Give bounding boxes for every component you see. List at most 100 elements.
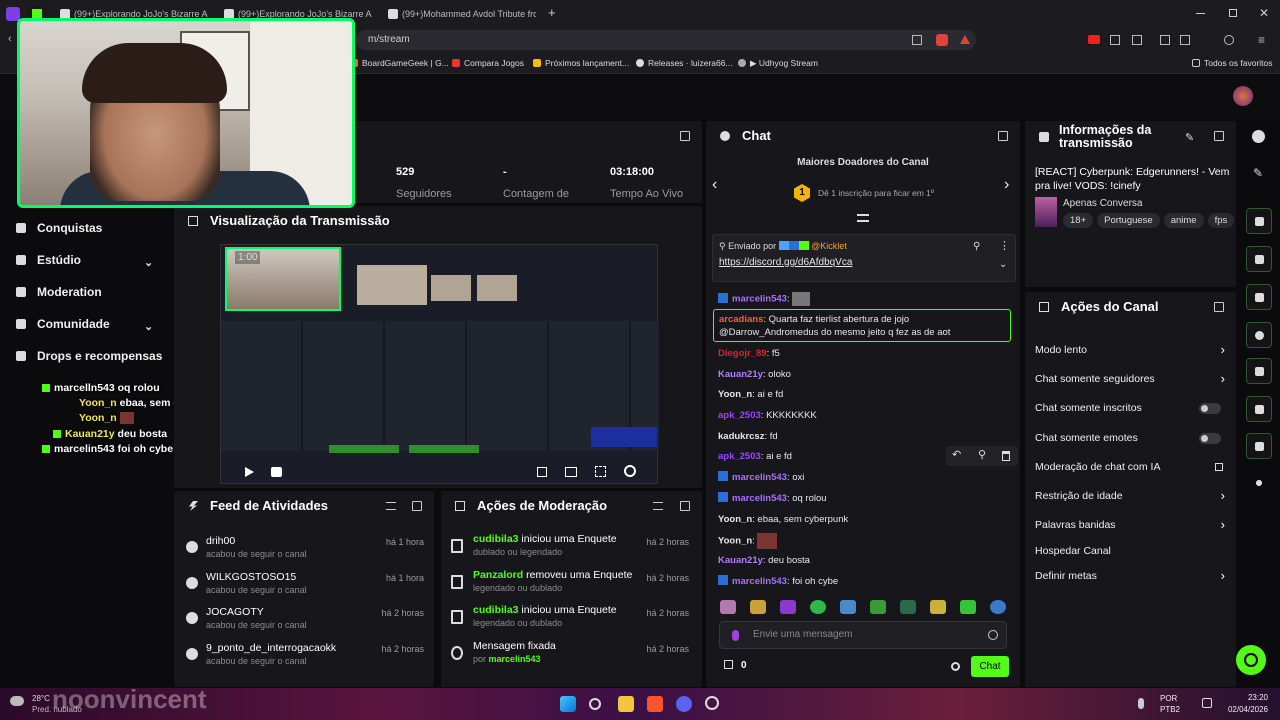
tag[interactable]: fps xyxy=(1207,213,1235,228)
emote-image[interactable] xyxy=(840,600,856,614)
send-chat-button[interactable]: Chat xyxy=(971,656,1009,677)
rail-chat-button[interactable] xyxy=(1246,322,1272,348)
chat-username[interactable]: kadukrcsz xyxy=(718,431,764,442)
mod-user[interactable]: marcelin543 xyxy=(489,654,541,664)
chevron-down-icon[interactable]: ⌄ xyxy=(999,259,1007,270)
rail-list-button[interactable] xyxy=(1246,396,1272,422)
windows-start-icon[interactable] xyxy=(560,696,576,712)
tag[interactable]: anime xyxy=(1163,213,1204,228)
chat-username[interactable]: apk_2503 xyxy=(718,410,761,421)
bookmark-udhyog-stream[interactable]: ▶ Udhyog Stream xyxy=(738,56,818,70)
popout-icon[interactable] xyxy=(998,131,1008,141)
back-icon[interactable]: ‹ xyxy=(8,33,12,45)
stream-preview-video[interactable]: 1:00 xyxy=(220,244,659,484)
emote-image[interactable] xyxy=(900,600,916,614)
sidebar-item-moderation[interactable]: Moderation xyxy=(0,282,170,302)
url-field[interactable]: m/stream xyxy=(356,30,976,50)
chat-settings-icon[interactable] xyxy=(951,662,960,671)
bookmark-releases[interactable]: Releases · luizera66... xyxy=(636,56,733,70)
chat-input[interactable]: Envie uma mensagem xyxy=(719,621,1007,649)
play-icon[interactable] xyxy=(245,467,254,477)
rail-wrench-button[interactable] xyxy=(1246,433,1272,459)
emoji-icon[interactable] xyxy=(988,630,998,640)
keyboard-layout[interactable]: PTB2 xyxy=(1160,705,1180,714)
extension-icon[interactable] xyxy=(1132,35,1142,45)
chat-username[interactable]: arcadians xyxy=(719,314,763,325)
chat-username[interactable]: Kauan21y xyxy=(718,555,763,566)
chevron-right-icon[interactable]: › xyxy=(1004,176,1009,194)
emote-image[interactable] xyxy=(990,600,1006,614)
bookmark-all-favorites[interactable]: Todos os favoritos xyxy=(1192,56,1273,70)
emote-image[interactable] xyxy=(960,600,976,614)
feed-user[interactable]: 9_ponto_de_interrogacaokk xyxy=(206,642,336,654)
file-explorer-icon[interactable] xyxy=(618,696,634,712)
bookmark-compara-jogos[interactable]: Compara Jogos xyxy=(452,56,524,70)
wallet-icon[interactable] xyxy=(1224,35,1234,45)
tag[interactable]: 18+ xyxy=(1063,213,1094,228)
chat-username[interactable]: marcelin543 xyxy=(732,493,787,504)
settings-gear-icon[interactable] xyxy=(624,465,636,477)
rewards-icon[interactable] xyxy=(960,35,970,44)
subscribers-only-toggle[interactable] xyxy=(1199,403,1221,414)
search-icon[interactable] xyxy=(589,698,601,710)
rail-document-button[interactable] xyxy=(1246,284,1272,310)
feed-user[interactable]: drih00 xyxy=(206,535,235,547)
emotes-only-toggle[interactable] xyxy=(1199,433,1221,444)
sidebar-item-drops[interactable]: Drops e recompensas xyxy=(0,346,170,366)
browser-tab[interactable]: (99+)Mohammed Avdol Tribute from xyxy=(386,4,536,24)
speaker-icon[interactable] xyxy=(1202,698,1212,708)
mod-user[interactable]: cudibila3 xyxy=(473,533,519,545)
filter-icon[interactable] xyxy=(386,502,396,510)
mute-icon[interactable] xyxy=(271,467,282,477)
setting-set-goals[interactable]: Definir metas › xyxy=(1035,568,1225,584)
feed-user[interactable]: JOCAGOTY xyxy=(206,606,264,618)
chat-username[interactable]: Kauan21y xyxy=(718,369,763,380)
maximize-button[interactable] xyxy=(1229,9,1237,17)
clock-time[interactable]: 23:20 xyxy=(1236,693,1268,702)
chat-username[interactable]: apk_2503 xyxy=(718,451,761,462)
setting-followers-only[interactable]: Chat somente seguidores › xyxy=(1035,371,1225,387)
pinned-link[interactable]: https://discord.gg/d6AfdbqVca xyxy=(719,257,852,268)
rail-lightning-button[interactable] xyxy=(1246,246,1272,272)
theater-icon[interactable] xyxy=(565,467,577,477)
apps-icon[interactable] xyxy=(1254,478,1264,488)
fullscreen-icon[interactable] xyxy=(595,466,606,477)
language-indicator[interactable]: POR xyxy=(1160,694,1177,703)
chat-username[interactable]: marcelin543 xyxy=(732,294,787,305)
mod-user[interactable]: cudibila3 xyxy=(473,604,519,616)
chat-username[interactable]: marcelin543 xyxy=(732,472,787,483)
setting-host-channel[interactable]: Hospedar Canal xyxy=(1035,543,1225,559)
chevron-left-icon[interactable]: ‹ xyxy=(712,176,717,194)
reply-icon[interactable]: ↶ xyxy=(952,448,961,461)
popout-icon[interactable] xyxy=(680,131,690,141)
emote-image[interactable] xyxy=(870,600,886,614)
setting-banned-words[interactable]: Palavras banidas › xyxy=(1035,517,1225,533)
emote-image[interactable] xyxy=(930,600,946,614)
chat-username[interactable]: marcelin543 xyxy=(732,576,787,587)
sidebar-icon[interactable] xyxy=(1180,35,1190,45)
music-icon[interactable] xyxy=(1160,35,1170,45)
sidebar-item-estudio[interactable]: Estúdio ⌄ xyxy=(0,250,170,270)
menu-icon[interactable]: ≡ xyxy=(1258,34,1265,46)
sidebar-item-conquistas[interactable]: Conquistas xyxy=(0,218,170,238)
rail-broadcast-button[interactable] xyxy=(1246,358,1272,384)
pin-icon[interactable]: ⚲ xyxy=(978,448,986,461)
rail-camera-button[interactable] xyxy=(1246,208,1272,234)
chat-username[interactable]: Yoon_n xyxy=(718,514,752,525)
brave-icon[interactable] xyxy=(647,696,663,712)
edit-icon[interactable]: ✎ xyxy=(1253,166,1263,180)
setting-age-restriction[interactable]: Restrição de idade › xyxy=(1035,488,1225,504)
clock-date[interactable]: 02/04/2026 xyxy=(1222,705,1268,714)
setting-slow-mode[interactable]: Modo lento › xyxy=(1035,342,1225,358)
setting-ai-moderation[interactable]: Moderação de chat com IA xyxy=(1035,459,1225,475)
youtube-icon[interactable] xyxy=(1088,35,1100,44)
channel-points[interactable]: 0 xyxy=(724,660,747,671)
chat-username[interactable]: Yoon_n xyxy=(718,536,752,547)
popout-icon[interactable] xyxy=(1214,131,1224,141)
pinned-message[interactable]: ⚲ Enviado por @Kicklet ⚲ ⋮ https://disco… xyxy=(712,234,1016,282)
category-name[interactable]: Apenas Conversa xyxy=(1063,198,1143,209)
bookmark-boardgamegeek[interactable]: BoardGameGeek | G... xyxy=(350,56,449,70)
chat-username[interactable]: Diegojr_89 xyxy=(718,348,767,359)
edit-icon[interactable]: ✎ xyxy=(1185,131,1194,144)
brave-shield-icon[interactable] xyxy=(936,34,948,46)
